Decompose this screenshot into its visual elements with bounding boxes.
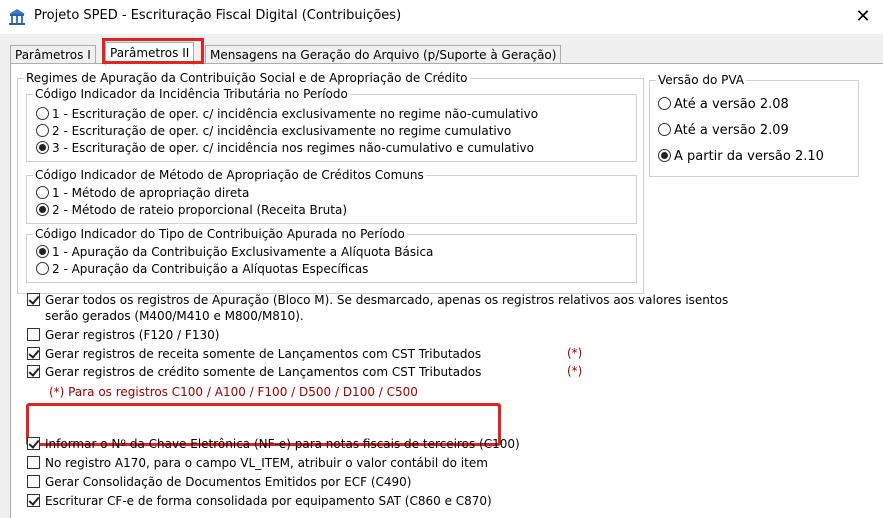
option-label: 1 - Escrituração de oper. c/ incidência … [52,107,539,121]
checkbox[interactable] [27,328,40,341]
window-title: Projeto SPED - Escrituração Fiscal Digit… [34,8,402,23]
tab-highlight [102,38,204,64]
check-nfe[interactable]: Informar o Nº da Chave Eletrônica (NF-e)… [27,436,520,452]
check-credito[interactable]: Gerar registros de crédito somente de La… [27,364,481,380]
check-f120[interactable]: Gerar registros (F120 / F130) [27,327,219,343]
option-label: 2 - Apuração da Contribuição a Alíquotas… [52,262,369,276]
check-label: Gerar Consolidação de Documentos Emitido… [45,475,412,489]
versao-option-1[interactable]: Até a versão 2.08 [658,97,789,113]
incidencia-title: Código Indicador da Incidência Tributári… [35,87,348,101]
checkbox[interactable] [27,365,40,378]
radio-button[interactable] [36,186,49,199]
radio-button[interactable] [36,262,49,275]
option-label: 1 - Apuração da Contribuição Exclusivame… [52,245,434,259]
option-label: Até a versão 2.08 [674,97,789,112]
check-a170[interactable]: No registro A170, para o campo VL_ITEM, … [27,455,488,471]
checkbox[interactable] [27,494,40,507]
option-label: A partir da versão 2.10 [674,149,824,164]
check-label: Escriturar CF-e de forma consolidada por… [45,494,492,508]
versao-option-3[interactable]: A partir da versão 2.10 [658,149,824,165]
check-label: Gerar registros de crédito somente de La… [45,365,482,379]
checkbox[interactable] [27,475,40,488]
regimes-title: Regimes de Apuração da Contribuição Soci… [26,71,468,85]
tipo-option-2[interactable]: 2 - Apuração da Contribuição a Alíquotas… [36,261,368,277]
checkbox[interactable] [27,347,40,360]
option-label: 1 - Método de apropriação direta [52,186,250,200]
radio-button[interactable] [658,149,671,162]
footnote: (*) Para os registros C100 / A100 / F100… [49,385,418,399]
close-icon: ✕ [855,6,871,27]
option-label: 3 - Escrituração de oper. c/ incidência … [52,141,535,155]
tab-mensagens[interactable]: Mensagens na Geração do Arquivo (p/Supor… [205,45,562,65]
incidencia-option-1[interactable]: 1 - Escrituração de oper. c/ incidência … [36,106,538,122]
check-label: No registro A170, para o campo VL_ITEM, … [45,456,488,470]
incidencia-option-3[interactable]: 3 - Escrituração de oper. c/ incidência … [36,140,534,156]
check-label: Gerar registros (F120 / F130) [45,328,220,342]
check-label: Informar o Nº da Chave Eletrônica (NF-e)… [45,437,520,451]
check-ecf[interactable]: Gerar Consolidação de Documentos Emitido… [27,474,411,490]
close-button[interactable]: ✕ [848,4,878,30]
check-label: Gerar todos os registros de Apuração (Bl… [45,293,729,307]
checkbox[interactable] [27,456,40,469]
incidencia-option-2[interactable]: 2 - Escrituração de oper. c/ incidência … [36,123,511,139]
option-label: 2 - Método de rateio proporcional (Recei… [52,203,348,217]
radio-button[interactable] [36,245,49,258]
versao-title: Versão do PVA [658,73,745,87]
check-label: Gerar registros de receita somente de La… [45,347,482,361]
radio-button[interactable] [658,123,671,136]
check-sat[interactable]: Escriturar CF-e de forma consolidada por… [27,493,492,509]
radio-button[interactable] [36,141,49,154]
app-building-icon [9,9,25,25]
option-label: Até a versão 2.09 [674,123,789,138]
check-bloco-m-line2: serão gerados (M400/M410 e M800/M810). [45,309,304,323]
metodo-option-2[interactable]: 2 - Método de rateio proporcional (Recei… [36,202,347,218]
radio-button[interactable] [658,97,671,110]
check-receita[interactable]: Gerar registros de receita somente de La… [27,346,481,362]
versao-option-2[interactable]: Até a versão 2.09 [658,123,789,139]
radio-button[interactable] [36,124,49,137]
radio-button[interactable] [36,107,49,120]
option-label: 2 - Escrituração de oper. c/ incidência … [52,124,512,138]
tab-panel: Regimes de Apuração da Contribuição Soci… [10,63,883,518]
tipo-option-1[interactable]: 1 - Apuração da Contribuição Exclusivame… [36,244,433,260]
check-bloco-m[interactable]: Gerar todos os registros de Apuração (Bl… [27,292,728,308]
checkbox[interactable] [27,293,40,306]
tipo-title: Código Indicador do Tipo de Contribuição… [35,227,405,241]
metodo-title: Código Indicador de Método de Apropriaçã… [35,168,424,182]
radio-button[interactable] [36,203,49,216]
tab-parametros-i[interactable]: Parâmetros I [10,45,96,65]
asterisk-note: (*) [567,346,583,360]
checkbox[interactable] [27,437,40,450]
title-bar: Projeto SPED - Escrituração Fiscal Digit… [0,0,883,34]
metodo-option-1[interactable]: 1 - Método de apropriação direta [36,185,249,201]
asterisk-note: (*) [567,364,583,378]
